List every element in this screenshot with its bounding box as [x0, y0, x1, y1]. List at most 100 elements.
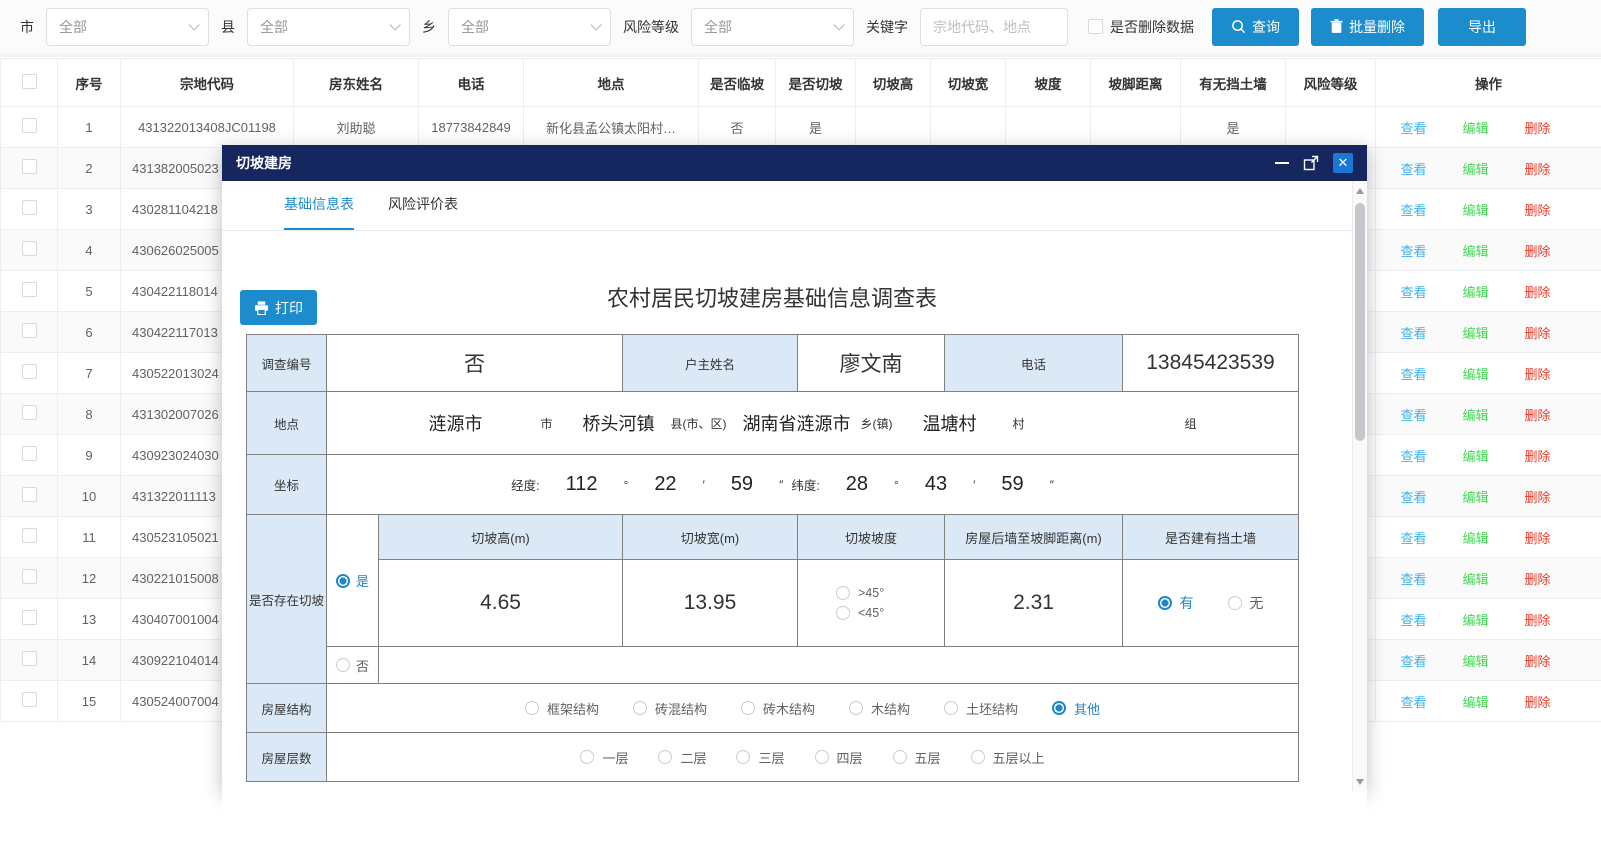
row-checkbox[interactable] [22, 323, 37, 338]
row-checkbox[interactable] [22, 405, 37, 420]
row-checkbox[interactable] [22, 200, 37, 215]
row-checkbox[interactable] [22, 118, 37, 133]
delete-link[interactable]: 删除 [1525, 692, 1551, 711]
view-link[interactable]: 查看 [1400, 364, 1426, 383]
radio-option[interactable]: 三层 [736, 748, 784, 767]
view-link[interactable]: 查看 [1400, 159, 1426, 178]
cut-exist-no-option[interactable]: 否 [327, 647, 379, 684]
batch-delete-button[interactable]: 批量删除 [1311, 8, 1424, 46]
row-checkbox[interactable] [22, 282, 37, 297]
edit-link[interactable]: 编辑 [1462, 282, 1488, 301]
maximize-icon[interactable] [1303, 155, 1319, 171]
delete-link[interactable]: 删除 [1525, 487, 1551, 506]
edit-link[interactable]: 编辑 [1462, 610, 1488, 629]
radio-option[interactable]: 木结构 [849, 699, 910, 718]
radio-option[interactable]: 一层 [580, 748, 628, 767]
survey-no-label: 调查编号 [247, 335, 327, 392]
edit-link[interactable]: 编辑 [1462, 118, 1488, 137]
radio-option[interactable]: 土坯结构 [944, 699, 1018, 718]
view-link[interactable]: 查看 [1400, 446, 1426, 465]
view-link[interactable]: 查看 [1400, 610, 1426, 629]
edit-link[interactable]: 编辑 [1462, 364, 1488, 383]
tab-basic-info[interactable]: 基础信息表 [284, 194, 354, 230]
view-link[interactable]: 查看 [1400, 200, 1426, 219]
print-button[interactable]: 打印 [240, 290, 317, 325]
delete-link[interactable]: 删除 [1525, 569, 1551, 588]
wall-no-option[interactable]: 无 [1228, 593, 1264, 613]
view-link[interactable]: 查看 [1400, 651, 1426, 670]
scroll-down-icon[interactable] [1356, 779, 1364, 785]
township-select[interactable]: 全部 [448, 8, 611, 46]
radio-option[interactable]: 框架结构 [525, 699, 599, 718]
row-checkbox[interactable] [22, 364, 37, 379]
export-button[interactable]: 导出 [1438, 8, 1526, 46]
view-link[interactable]: 查看 [1400, 528, 1426, 547]
delete-link[interactable]: 删除 [1525, 200, 1551, 219]
row-checkbox[interactable] [22, 528, 37, 543]
close-icon[interactable]: ✕ [1333, 153, 1353, 173]
edit-link[interactable]: 编辑 [1462, 651, 1488, 670]
delete-link[interactable]: 删除 [1525, 282, 1551, 301]
view-link[interactable]: 查看 [1400, 323, 1426, 342]
view-link[interactable]: 查看 [1400, 118, 1426, 137]
edit-link[interactable]: 编辑 [1462, 241, 1488, 260]
delete-link[interactable]: 删除 [1525, 323, 1551, 342]
edit-link[interactable]: 编辑 [1462, 159, 1488, 178]
scrollbar-thumb[interactable] [1355, 203, 1365, 441]
view-link[interactable]: 查看 [1400, 405, 1426, 424]
view-link[interactable]: 查看 [1400, 692, 1426, 711]
radio-option[interactable]: 五层 [893, 748, 941, 767]
row-checkbox[interactable] [22, 610, 37, 625]
row-checkbox[interactable] [22, 651, 37, 666]
row-checkbox[interactable] [22, 159, 37, 174]
tab-risk-evaluation[interactable]: 风险评价表 [388, 194, 458, 230]
view-link[interactable]: 查看 [1400, 569, 1426, 588]
delete-link[interactable]: 删除 [1525, 405, 1551, 424]
edit-link[interactable]: 编辑 [1462, 446, 1488, 465]
deleted-data-checkbox[interactable] [1088, 19, 1103, 34]
city-select[interactable]: 全部 [46, 8, 209, 46]
delete-link[interactable]: 删除 [1525, 651, 1551, 670]
view-link[interactable]: 查看 [1400, 487, 1426, 506]
radio-option[interactable]: 砖混结构 [633, 699, 707, 718]
radio-option[interactable]: 五层以上 [971, 748, 1045, 767]
radio-option[interactable]: 砖木结构 [741, 699, 815, 718]
delete-link[interactable]: 删除 [1525, 118, 1551, 137]
radio-option[interactable]: 四层 [815, 748, 863, 767]
cell-no: 1 [58, 107, 121, 148]
edit-link[interactable]: 编辑 [1462, 200, 1488, 219]
slope-gt45-option[interactable]: >45° [836, 586, 884, 600]
edit-link[interactable]: 编辑 [1462, 405, 1488, 424]
row-checkbox[interactable] [22, 487, 37, 502]
scroll-up-icon[interactable] [1356, 188, 1364, 194]
risk-select[interactable]: 全部 [691, 8, 854, 46]
view-link[interactable]: 查看 [1400, 282, 1426, 301]
delete-link[interactable]: 删除 [1525, 528, 1551, 547]
row-checkbox[interactable] [22, 692, 37, 707]
delete-link[interactable]: 删除 [1525, 610, 1551, 629]
delete-link[interactable]: 删除 [1525, 446, 1551, 465]
query-button[interactable]: 查询 [1212, 8, 1299, 46]
view-link[interactable]: 查看 [1400, 241, 1426, 260]
delete-link[interactable]: 删除 [1525, 159, 1551, 178]
keyword-input[interactable] [920, 8, 1068, 46]
wall-yes-option[interactable]: 有 [1158, 593, 1194, 613]
edit-link[interactable]: 编辑 [1462, 323, 1488, 342]
minimize-icon[interactable] [1275, 162, 1289, 164]
delete-link[interactable]: 删除 [1525, 364, 1551, 383]
radio-option[interactable]: 二层 [658, 748, 706, 767]
slope-lt45-option[interactable]: <45° [836, 606, 884, 620]
select-all-checkbox[interactable] [22, 74, 37, 89]
edit-link[interactable]: 编辑 [1462, 487, 1488, 506]
radio-option[interactable]: 其他 [1052, 699, 1100, 718]
modal-scrollbar[interactable] [1352, 181, 1367, 792]
delete-link[interactable]: 删除 [1525, 241, 1551, 260]
county-select[interactable]: 全部 [247, 8, 410, 46]
cut-exist-yes-option[interactable]: 是 [327, 515, 379, 647]
edit-link[interactable]: 编辑 [1462, 528, 1488, 547]
edit-link[interactable]: 编辑 [1462, 692, 1488, 711]
row-checkbox[interactable] [22, 569, 37, 584]
edit-link[interactable]: 编辑 [1462, 569, 1488, 588]
row-checkbox[interactable] [22, 446, 37, 461]
row-checkbox[interactable] [22, 241, 37, 256]
